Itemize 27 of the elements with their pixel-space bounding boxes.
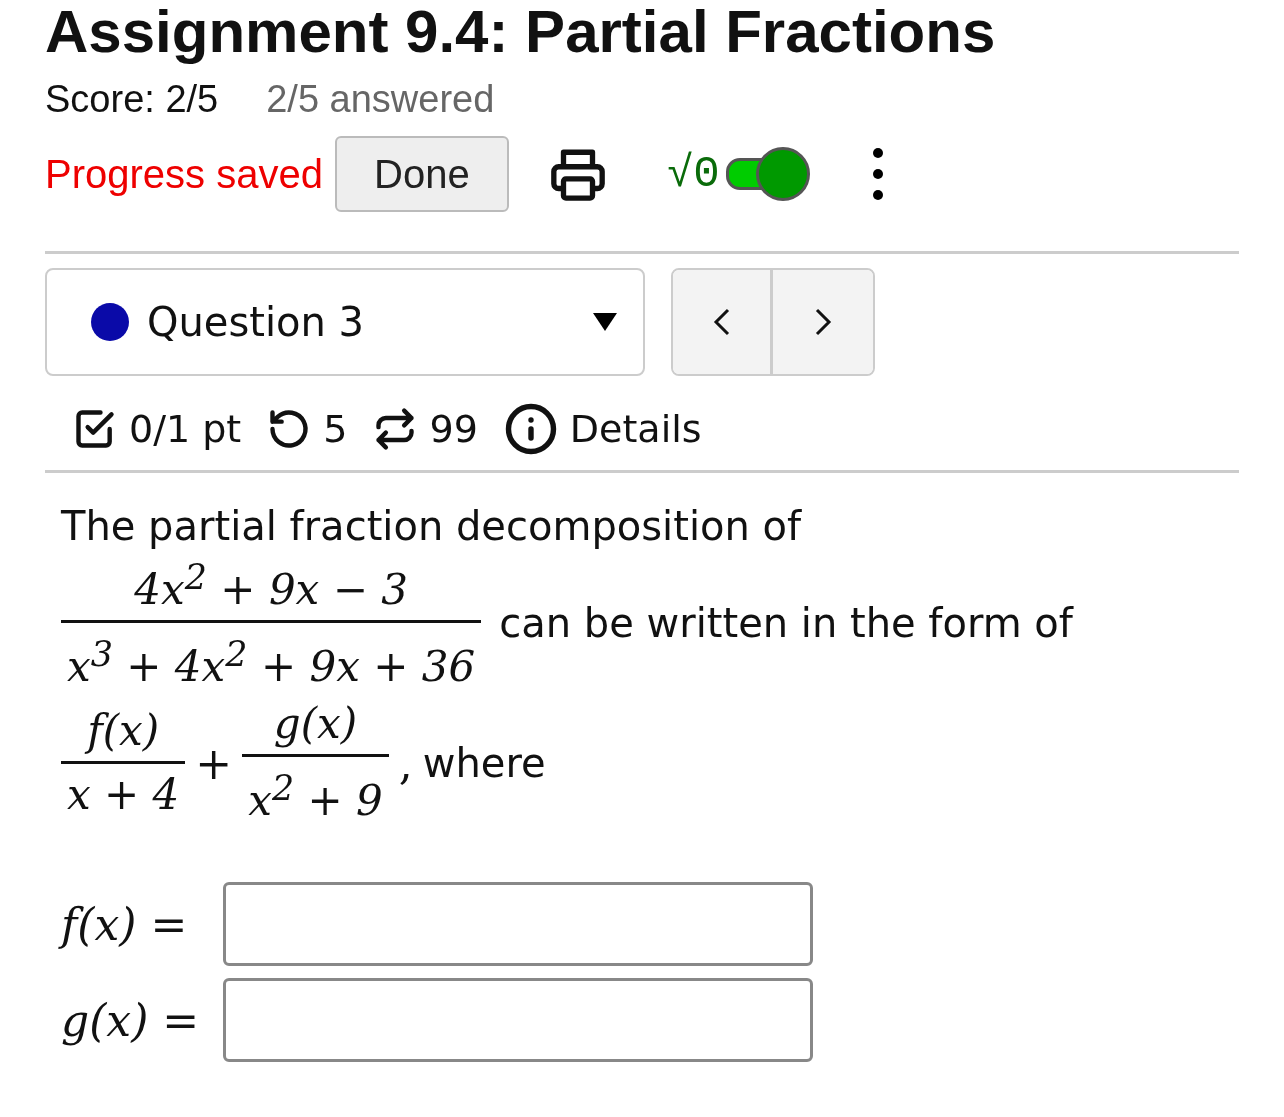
question-text: The partial fraction decomposition of [61,503,802,549]
answer-field[interactable] [223,978,813,1062]
chevron-right-icon [813,306,833,338]
score-text: Score: 2/5 [45,78,219,121]
meta-text: 5 [323,407,348,451]
checkbox-icon [73,407,117,451]
chevron-left-icon [711,306,732,338]
question-selector[interactable]: Question 3 [45,268,645,376]
math-fraction: g(x) x$^{2}$ + 9 [242,696,389,830]
math-toggle-label: √0 [666,149,720,199]
save-status: Progress saved [45,151,323,197]
question-text: can be written in the form of [499,599,1073,646]
meta-text: 99 [429,407,478,451]
plus-sign: + [195,737,233,789]
answered-count: 2/5 answered [266,78,495,121]
question-text: where [422,740,546,786]
math-toggle-switch[interactable] [725,147,810,201]
math-fraction: f(x) x + 4 [61,702,186,824]
answer-label: g(x) = [61,994,201,1046]
assignment-title: Assignment 9.4: Partial Fractions [45,0,997,67]
meta-text: 0/1 pt [129,407,242,451]
answer-field[interactable] [223,882,813,966]
info-icon[interactable] [503,402,558,456]
details-link[interactable]: Details [569,407,702,451]
done-button[interactable]: Done [334,136,509,212]
comma: , [398,737,413,789]
caret-icon [593,313,617,331]
